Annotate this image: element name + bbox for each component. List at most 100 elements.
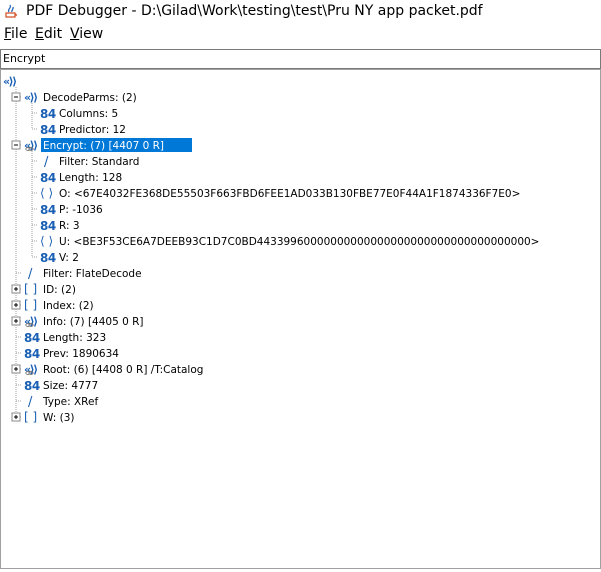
tree-node[interactable]: [ ] W: (3) xyxy=(11,410,75,424)
number-icon: 84 xyxy=(40,251,56,265)
tree-node-label: Filter: FlateDecode xyxy=(43,268,142,280)
menu-view-mnemonic: V xyxy=(70,26,80,42)
name-icon: / xyxy=(44,155,49,170)
number-icon: 84 xyxy=(40,107,56,121)
tree-node-label: Root: (6) [4408 0 R] /T:Catalog xyxy=(43,364,203,376)
tree-node-label: P: -1036 xyxy=(59,204,103,216)
dictionary-icon: «⟩⟩ xyxy=(24,315,39,328)
tree-node-label: Type: XRef xyxy=(42,396,98,408)
string-icon: ⟨ ⟩ xyxy=(40,186,53,200)
svg-text:84: 84 xyxy=(24,379,40,393)
menu-view[interactable]: View xyxy=(70,26,103,42)
collapse-toggle-icon[interactable] xyxy=(11,92,21,102)
array-icon: [ ] xyxy=(24,298,37,312)
tree-node[interactable]: 84 Predictor: 12 xyxy=(32,123,126,137)
tree-node-label: Filter: Standard xyxy=(59,156,139,168)
tree-node[interactable]: 84 R: 3 xyxy=(32,219,80,233)
array-icon: [ ] xyxy=(24,410,37,424)
tree-node[interactable]: 84 Length: 128 xyxy=(32,171,122,185)
tree-root[interactable]: «⟩⟩ xyxy=(3,75,18,88)
tree-node[interactable]: 84 Columns: 5 xyxy=(32,107,118,121)
svg-text:84: 84 xyxy=(40,107,56,121)
tree-node[interactable]: 84 Length: 323 xyxy=(16,331,106,345)
array-icon: [ ] xyxy=(24,282,37,296)
svg-text:84: 84 xyxy=(40,203,56,217)
number-icon: 84 xyxy=(40,171,56,185)
svg-text:[ ]: [ ] xyxy=(24,410,37,424)
tree-node[interactable]: 84 V: 2 xyxy=(32,251,79,265)
number-icon: 84 xyxy=(24,379,40,393)
tree-node[interactable]: / Filter: FlateDecode xyxy=(16,267,142,282)
expand-toggle-icon[interactable] xyxy=(11,300,21,310)
tree-node-label: W: (3) xyxy=(43,412,75,424)
svg-text:84: 84 xyxy=(40,251,56,265)
menu-edit-label: dit xyxy=(43,26,63,42)
dictionary-icon: «⟩⟩ xyxy=(3,75,18,88)
java-app-icon xyxy=(5,4,17,18)
menu-file-mnemonic: F xyxy=(4,26,12,42)
menu-view-label: iew xyxy=(79,26,104,42)
tree-node-label: ID: (2) xyxy=(43,284,76,296)
number-icon: 84 xyxy=(40,203,56,217)
tree-node-label: Columns: 5 xyxy=(59,108,118,120)
expand-toggle-icon[interactable] xyxy=(11,364,21,374)
svg-text:⟨ ⟩: ⟨ ⟩ xyxy=(40,186,53,200)
tree-node-label: Size: 4777 xyxy=(43,380,98,392)
window-title: PDF Debugger - D:\Gilad\Work\testing\tes… xyxy=(26,3,483,19)
expand-toggle-icon[interactable] xyxy=(11,316,21,326)
tree-node-label: Prev: 1890634 xyxy=(43,348,119,360)
svg-text:/: / xyxy=(44,155,49,170)
tree-node-label: DecodeParms: (2) xyxy=(43,92,137,104)
menu-file-label: ile xyxy=(11,26,28,42)
svg-text:84: 84 xyxy=(24,347,40,361)
object-tree[interactable]: «⟩⟩«⟩⟩ DecodeParms: (2)84 Columns: 584 Pred… xyxy=(1,70,600,568)
tree-node-label: Predictor: 12 xyxy=(59,124,126,136)
expand-toggle-icon[interactable] xyxy=(11,284,21,294)
number-icon: 84 xyxy=(40,123,56,137)
tree-node-label: Info: (7) [4405 0 R] xyxy=(43,316,144,328)
tree-node[interactable]: «⟩⟩ Info: (7) [4405 0 R] xyxy=(11,315,144,328)
dictionary-icon: «⟩⟩ xyxy=(24,91,39,104)
name-icon: / xyxy=(28,267,33,282)
tree-node[interactable]: [ ] Index: (2) xyxy=(11,298,94,312)
svg-text:84: 84 xyxy=(40,123,56,137)
svg-text:84: 84 xyxy=(24,331,40,345)
tree-node-label: Length: 128 xyxy=(59,172,122,184)
title-bar: PDF Debugger - D:\Gilad\Work\testing\tes… xyxy=(0,0,601,24)
svg-text:⟨ ⟩: ⟨ ⟩ xyxy=(40,234,53,248)
svg-text:/: / xyxy=(28,267,33,282)
tree-node[interactable]: «⟩⟩ DecodeParms: (2) xyxy=(11,91,137,104)
svg-text:84: 84 xyxy=(40,171,56,185)
svg-text:84: 84 xyxy=(40,219,56,233)
tree-node[interactable]: ⟨ ⟩ U: <BE3F53CE6A7DEEB93C1D7C0BD44339960… xyxy=(32,234,539,248)
tree-node[interactable]: 84 Size: 4777 xyxy=(16,379,98,393)
tree-node-label: Index: (2) xyxy=(43,300,94,312)
tree-node-label: O: <67E4032FE368DE55503F663FBD6FEE1AD033… xyxy=(59,188,520,200)
tree-pane[interactable]: «⟩⟩ «⟩⟩ DecodeParms: (2) 84 Columns: 5 84 Pred… xyxy=(0,69,601,569)
tree-node[interactable]: / Filter: Standard xyxy=(32,155,139,170)
tree-node[interactable]: «⟩⟩ Root: (6) [4408 0 R] /T:Catalog xyxy=(11,363,203,376)
tree-node[interactable]: [ ] ID: (2) xyxy=(11,282,76,296)
expand-toggle-icon[interactable] xyxy=(11,412,21,422)
tree-node[interactable]: «⟩⟩ Encrypt: (7) [4407 0 R] xyxy=(11,138,192,152)
svg-text:/: / xyxy=(28,395,33,410)
tree-node[interactable]: / Type: XRef xyxy=(16,395,98,410)
path-field[interactable]: Encrypt xyxy=(0,49,601,69)
tree-node[interactable]: ⟨ ⟩ O: <67E4032FE368DE55503F663FBD6FEE1AD… xyxy=(32,186,520,200)
tree-node-label: V: 2 xyxy=(59,252,79,264)
menu-edit-mnemonic: E xyxy=(35,26,44,42)
svg-text:«⟩⟩: «⟩⟩ xyxy=(24,91,37,104)
tree-node[interactable]: 84 Prev: 1890634 xyxy=(16,347,119,361)
svg-text:[ ]: [ ] xyxy=(24,298,37,312)
tree-node-label: R: 3 xyxy=(59,220,80,232)
svg-text:«⟩⟩: «⟩⟩ xyxy=(3,75,16,88)
menu-file[interactable]: File xyxy=(4,26,27,42)
dictionary-icon: «⟩⟩ xyxy=(24,363,39,376)
menu-edit[interactable]: Edit xyxy=(35,26,62,42)
menu-bar: File Edit View xyxy=(0,25,601,45)
tree-node[interactable]: 84 P: -1036 xyxy=(32,203,103,217)
number-icon: 84 xyxy=(24,331,40,345)
collapse-toggle-icon[interactable] xyxy=(11,140,21,150)
number-icon: 84 xyxy=(40,219,56,233)
string-icon: ⟨ ⟩ xyxy=(40,234,53,248)
